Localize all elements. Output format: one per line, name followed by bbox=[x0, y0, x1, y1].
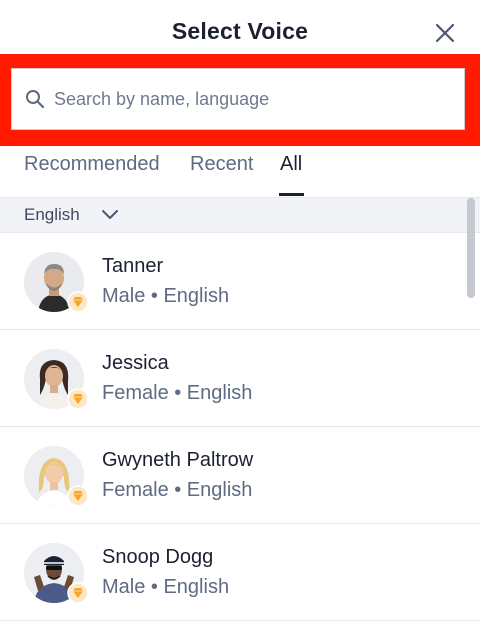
tab-all[interactable]: All bbox=[280, 152, 302, 192]
voice-meta: Male • English bbox=[102, 285, 230, 307]
close-icon bbox=[435, 23, 455, 43]
voice-name: Gwyneth Paltrow bbox=[102, 449, 254, 471]
active-tab-indicator bbox=[279, 193, 304, 196]
language-filter-label: English bbox=[24, 205, 80, 224]
list-scrollbar[interactable] bbox=[467, 198, 475, 298]
voice-name: Snoop Dogg bbox=[102, 546, 214, 568]
premium-badge-icon bbox=[67, 485, 89, 507]
voice-name: Jessica bbox=[102, 352, 169, 374]
search-box[interactable] bbox=[11, 68, 465, 130]
close-button[interactable] bbox=[430, 18, 460, 48]
premium-badge-icon bbox=[67, 388, 89, 410]
voice-item-jessica[interactable]: Jessica Female • English bbox=[0, 330, 480, 427]
voice-meta: Male • English bbox=[102, 576, 230, 598]
dialog-title: Select Voice bbox=[171, 18, 309, 44]
voice-list: Tanner Male • English Jessica Female • E… bbox=[0, 233, 480, 628]
voice-meta: Female • English bbox=[102, 479, 253, 501]
voice-item-gwyneth-paltrow[interactable]: Gwyneth Paltrow Female • English bbox=[0, 427, 480, 524]
dialog-header: Select Voice bbox=[0, 0, 482, 60]
search-icon bbox=[26, 90, 45, 109]
tab-recent[interactable]: Recent bbox=[190, 152, 253, 192]
voice-item-tanner[interactable]: Tanner Male • English bbox=[0, 233, 480, 330]
search-highlight-frame bbox=[0, 54, 480, 146]
voice-name: Tanner bbox=[102, 255, 164, 277]
chevron-down-icon[interactable] bbox=[100, 206, 120, 224]
voice-meta: Female • English bbox=[102, 382, 253, 404]
language-filter[interactable]: English bbox=[0, 197, 480, 233]
premium-badge-icon bbox=[67, 582, 89, 604]
tab-recommended[interactable]: Recommended bbox=[24, 152, 160, 192]
premium-badge-icon bbox=[67, 291, 89, 313]
voice-tabs: Recommended Recent All bbox=[0, 148, 480, 196]
voice-item-snoop-dogg[interactable]: Snoop Dogg Male • English bbox=[0, 524, 480, 621]
search-input[interactable] bbox=[54, 69, 454, 129]
